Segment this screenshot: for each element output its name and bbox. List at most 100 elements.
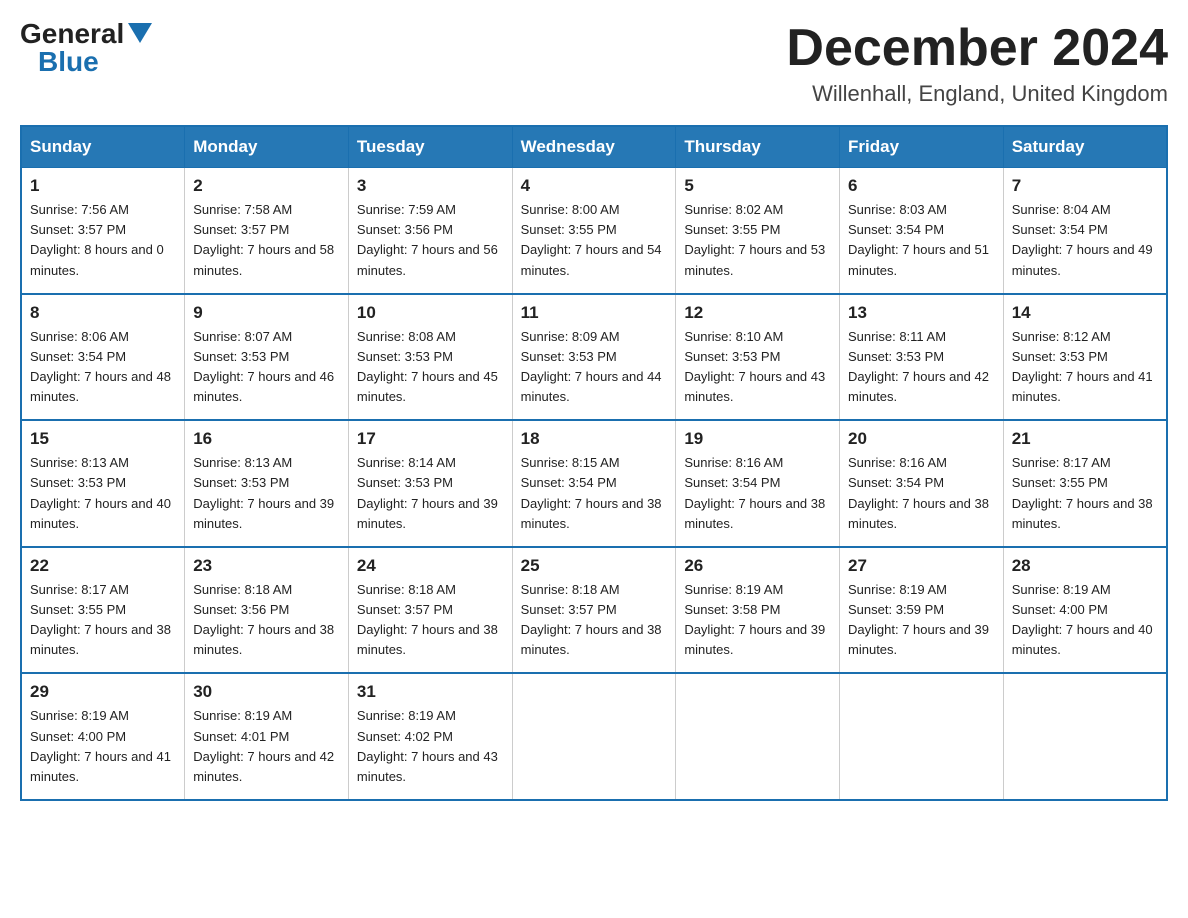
title-block: December 2024 Willenhall, England, Unite…	[786, 20, 1168, 107]
calendar-cell: 9Sunrise: 8:07 AMSunset: 3:53 PMDaylight…	[185, 294, 349, 421]
day-info: Sunrise: 8:13 AMSunset: 3:53 PMDaylight:…	[30, 455, 171, 530]
day-number: 26	[684, 556, 831, 576]
day-number: 22	[30, 556, 176, 576]
day-info: Sunrise: 8:02 AMSunset: 3:55 PMDaylight:…	[684, 202, 825, 277]
day-info: Sunrise: 8:15 AMSunset: 3:54 PMDaylight:…	[521, 455, 662, 530]
day-number: 5	[684, 176, 831, 196]
col-tuesday: Tuesday	[348, 126, 512, 168]
day-info: Sunrise: 8:18 AMSunset: 3:57 PMDaylight:…	[357, 582, 498, 657]
day-number: 19	[684, 429, 831, 449]
day-info: Sunrise: 8:04 AMSunset: 3:54 PMDaylight:…	[1012, 202, 1153, 277]
col-thursday: Thursday	[676, 126, 840, 168]
day-info: Sunrise: 8:17 AMSunset: 3:55 PMDaylight:…	[30, 582, 171, 657]
day-info: Sunrise: 8:19 AMSunset: 3:59 PMDaylight:…	[848, 582, 989, 657]
day-info: Sunrise: 8:13 AMSunset: 3:53 PMDaylight:…	[193, 455, 334, 530]
day-info: Sunrise: 7:58 AMSunset: 3:57 PMDaylight:…	[193, 202, 334, 277]
calendar-cell	[840, 673, 1004, 800]
calendar-week-row: 29Sunrise: 8:19 AMSunset: 4:00 PMDayligh…	[21, 673, 1167, 800]
day-number: 27	[848, 556, 995, 576]
day-info: Sunrise: 8:14 AMSunset: 3:53 PMDaylight:…	[357, 455, 498, 530]
calendar-cell: 21 Sunrise: 8:17 AMSunset: 3:55 PMDayligh…	[1003, 420, 1167, 547]
day-number: 12	[684, 303, 831, 323]
day-info: Sunrise: 7:56 AMSunset: 3:57 PMDaylight:…	[30, 202, 164, 277]
day-info: Sunrise: 8:18 AMSunset: 3:56 PMDaylight:…	[193, 582, 334, 657]
calendar-cell: 24 Sunrise: 8:18 AMSunset: 3:57 PMDayligh…	[348, 547, 512, 674]
day-info: Sunrise: 8:11 AMSunset: 3:53 PMDaylight:…	[848, 329, 989, 404]
calendar-week-row: 1 Sunrise: 7:56 AMSunset: 3:57 PMDaylight…	[21, 168, 1167, 294]
day-info: Sunrise: 8:16 AMSunset: 3:54 PMDaylight:…	[684, 455, 825, 530]
calendar-header: Sunday Monday Tuesday Wednesday Thursday…	[21, 126, 1167, 168]
col-monday: Monday	[185, 126, 349, 168]
calendar-table: Sunday Monday Tuesday Wednesday Thursday…	[20, 125, 1168, 801]
day-number: 17	[357, 429, 504, 449]
day-number: 18	[521, 429, 668, 449]
day-info: Sunrise: 8:00 AMSunset: 3:55 PMDaylight:…	[521, 202, 662, 277]
header-row: Sunday Monday Tuesday Wednesday Thursday…	[21, 126, 1167, 168]
calendar-cell: 3Sunrise: 7:59 AMSunset: 3:56 PMDaylight…	[348, 168, 512, 294]
calendar-week-row: 22 Sunrise: 8:17 AMSunset: 3:55 PMDayligh…	[21, 547, 1167, 674]
calendar-cell: 11Sunrise: 8:09 AMSunset: 3:53 PMDayligh…	[512, 294, 676, 421]
calendar-cell: 15 Sunrise: 8:13 AMSunset: 3:53 PMDayligh…	[21, 420, 185, 547]
day-number: 28	[1012, 556, 1158, 576]
day-number: 21	[1012, 429, 1158, 449]
day-number: 2	[193, 176, 340, 196]
calendar-cell: 27 Sunrise: 8:19 AMSunset: 3:59 PMDayligh…	[840, 547, 1004, 674]
calendar-cell: 1 Sunrise: 7:56 AMSunset: 3:57 PMDaylight…	[21, 168, 185, 294]
calendar-cell: 31 Sunrise: 8:19 AMSunset: 4:02 PMDayligh…	[348, 673, 512, 800]
calendar-cell: 30 Sunrise: 8:19 AMSunset: 4:01 PMDayligh…	[185, 673, 349, 800]
day-number: 4	[521, 176, 668, 196]
calendar-cell: 8 Sunrise: 8:06 AMSunset: 3:54 PMDaylight…	[21, 294, 185, 421]
calendar-cell	[512, 673, 676, 800]
calendar-cell: 16 Sunrise: 8:13 AMSunset: 3:53 PMDayligh…	[185, 420, 349, 547]
calendar-cell: 7 Sunrise: 8:04 AMSunset: 3:54 PMDaylight…	[1003, 168, 1167, 294]
logo-triangle-icon	[128, 23, 152, 43]
calendar-cell: 20Sunrise: 8:16 AMSunset: 3:54 PMDayligh…	[840, 420, 1004, 547]
day-info: Sunrise: 8:19 AMSunset: 3:58 PMDaylight:…	[684, 582, 825, 657]
day-number: 14	[1012, 303, 1158, 323]
col-wednesday: Wednesday	[512, 126, 676, 168]
day-number: 8	[30, 303, 176, 323]
day-number: 24	[357, 556, 504, 576]
calendar-cell	[1003, 673, 1167, 800]
day-info: Sunrise: 8:07 AMSunset: 3:53 PMDaylight:…	[193, 329, 334, 404]
day-number: 30	[193, 682, 340, 702]
day-number: 15	[30, 429, 176, 449]
day-number: 31	[357, 682, 504, 702]
day-number: 13	[848, 303, 995, 323]
calendar-cell: 13 Sunrise: 8:11 AMSunset: 3:53 PMDayligh…	[840, 294, 1004, 421]
calendar-cell: 18 Sunrise: 8:15 AMSunset: 3:54 PMDayligh…	[512, 420, 676, 547]
page-header: General Blue December 2024 Willenhall, E…	[20, 20, 1168, 107]
calendar-cell: 6Sunrise: 8:03 AMSunset: 3:54 PMDaylight…	[840, 168, 1004, 294]
calendar-cell: 23 Sunrise: 8:18 AMSunset: 3:56 PMDayligh…	[185, 547, 349, 674]
day-info: Sunrise: 8:19 AMSunset: 4:00 PMDaylight:…	[1012, 582, 1153, 657]
calendar-cell: 26 Sunrise: 8:19 AMSunset: 3:58 PMDayligh…	[676, 547, 840, 674]
day-number: 7	[1012, 176, 1158, 196]
day-info: Sunrise: 8:16 AMSunset: 3:54 PMDaylight:…	[848, 455, 989, 530]
calendar-cell: 2 Sunrise: 7:58 AMSunset: 3:57 PMDaylight…	[185, 168, 349, 294]
day-number: 16	[193, 429, 340, 449]
day-info: Sunrise: 8:18 AMSunset: 3:57 PMDaylight:…	[521, 582, 662, 657]
day-info: Sunrise: 7:59 AMSunset: 3:56 PMDaylight:…	[357, 202, 498, 277]
day-number: 1	[30, 176, 176, 196]
calendar-cell: 29Sunrise: 8:19 AMSunset: 4:00 PMDayligh…	[21, 673, 185, 800]
calendar-body: 1 Sunrise: 7:56 AMSunset: 3:57 PMDaylight…	[21, 168, 1167, 800]
day-number: 6	[848, 176, 995, 196]
day-info: Sunrise: 8:09 AMSunset: 3:53 PMDaylight:…	[521, 329, 662, 404]
calendar-cell: 4 Sunrise: 8:00 AMSunset: 3:55 PMDaylight…	[512, 168, 676, 294]
logo-blue-text: Blue	[38, 48, 99, 76]
calendar-cell: 22 Sunrise: 8:17 AMSunset: 3:55 PMDayligh…	[21, 547, 185, 674]
calendar-week-row: 8 Sunrise: 8:06 AMSunset: 3:54 PMDaylight…	[21, 294, 1167, 421]
day-info: Sunrise: 8:06 AMSunset: 3:54 PMDaylight:…	[30, 329, 171, 404]
calendar-cell: 17 Sunrise: 8:14 AMSunset: 3:53 PMDayligh…	[348, 420, 512, 547]
calendar-cell: 19 Sunrise: 8:16 AMSunset: 3:54 PMDayligh…	[676, 420, 840, 547]
day-info: Sunrise: 8:08 AMSunset: 3:53 PMDaylight:…	[357, 329, 498, 404]
day-info: Sunrise: 8:12 AMSunset: 3:53 PMDaylight:…	[1012, 329, 1153, 404]
calendar-cell: 28 Sunrise: 8:19 AMSunset: 4:00 PMDayligh…	[1003, 547, 1167, 674]
calendar-cell	[676, 673, 840, 800]
day-info: Sunrise: 8:19 AMSunset: 4:02 PMDaylight:…	[357, 708, 498, 783]
calendar-cell: 5 Sunrise: 8:02 AMSunset: 3:55 PMDaylight…	[676, 168, 840, 294]
day-number: 23	[193, 556, 340, 576]
day-info: Sunrise: 8:19 AMSunset: 4:01 PMDaylight:…	[193, 708, 334, 783]
day-info: Sunrise: 8:17 AMSunset: 3:55 PMDaylight:…	[1012, 455, 1153, 530]
day-number: 25	[521, 556, 668, 576]
